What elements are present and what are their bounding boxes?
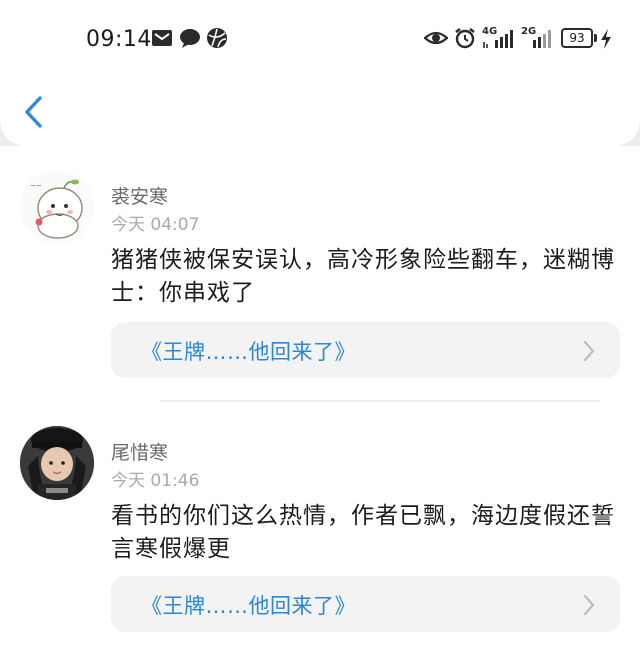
comment-username[interactable]: 裘安寒 (111, 182, 168, 209)
divider (160, 400, 600, 402)
comment-time: 今天 01:46 (111, 471, 200, 491)
signal-strength-icon (483, 30, 513, 48)
charging-bolt-icon (601, 29, 611, 49)
comment-time: 今天 04:07 (111, 215, 200, 235)
signal-strength-2-icon (533, 30, 551, 48)
svg-text:~~: ~~ (30, 182, 42, 190)
eye-icon (424, 31, 448, 45)
book-title: 《王牌……他回来了》 (141, 594, 356, 618)
top-bar: 09:14 4G 2G 93 (0, 0, 640, 146)
ball-icon (207, 28, 227, 48)
book-link-card[interactable]: 《王牌……他回来了》 (111, 576, 620, 632)
comment-text: 猪猪侠被保安误认，高冷形象险些翻车，迷糊博士：你串戏了 (111, 247, 615, 306)
avatar[interactable] (20, 426, 94, 500)
comment-text: 看书的你们这么热情，作者已飘，海边度假还誓言寒假爆更 (111, 503, 615, 562)
status-time: 09:14 (86, 27, 152, 52)
book-link-card[interactable]: 《王牌……他回来了》 (111, 322, 620, 378)
alarm-icon (455, 28, 475, 49)
chevron-right-icon (583, 340, 595, 362)
battery-tip (594, 34, 597, 42)
chevron-right-icon (583, 594, 595, 616)
back-arrow-icon[interactable] (22, 94, 46, 130)
avatar-cartoon-icon: ~~ (20, 170, 94, 244)
comment-username[interactable]: 尾惜寒 (111, 438, 168, 465)
battery-icon: 93 (561, 28, 593, 48)
book-title: 《王牌……他回来了》 (141, 340, 356, 364)
chat-bubble-icon (180, 29, 200, 48)
status-bar: 09:14 4G 2G 93 (0, 0, 640, 80)
battery-level: 93 (569, 31, 585, 45)
avatar-photo-icon (20, 426, 94, 500)
avatar[interactable]: ~~ (20, 170, 94, 244)
mail-icon (152, 30, 172, 46)
